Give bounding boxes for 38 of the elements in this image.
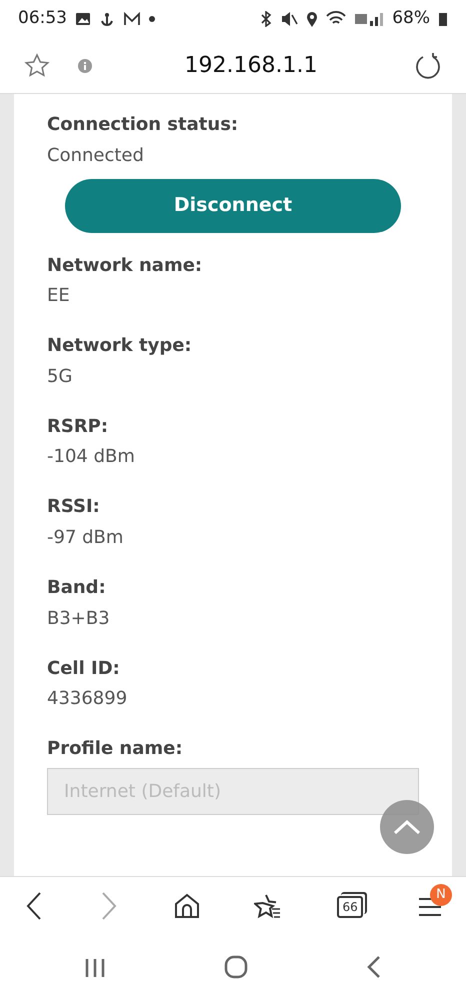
field-label: Connection status: [47, 114, 240, 136]
back-chevron-icon [366, 955, 382, 980]
url-text[interactable]: 192.168.1.1 [184, 49, 318, 82]
chevron-up-icon [393, 819, 421, 835]
anchor-icon [99, 11, 115, 27]
menu-icon [418, 896, 442, 917]
field-value: EE [47, 284, 71, 308]
field-value: 5G [47, 364, 74, 389]
bluetooth-icon [260, 11, 272, 27]
field-label: Cell ID: [47, 658, 121, 680]
reload-icon [414, 52, 442, 80]
battery-icon [438, 11, 448, 27]
field-value: B3+B3 [47, 606, 111, 631]
info-icon[interactable] [78, 58, 92, 72]
recent-apps-icon [84, 956, 106, 979]
signal-icon [354, 11, 384, 27]
field-label: RSRP: [47, 416, 110, 438]
field-label: RSSI: [47, 496, 101, 518]
field-label: Profile name: [47, 738, 184, 760]
field-label: Network name: [47, 254, 204, 276]
clock-text: 06:53 [18, 7, 67, 30]
battery-text: 68% [392, 7, 430, 30]
location-icon [306, 11, 318, 27]
dot-icon [149, 16, 155, 22]
notification-badge: N [430, 884, 452, 906]
mute-icon [280, 11, 298, 27]
field-value: -104 dBm [47, 445, 136, 470]
field-label: Band: [47, 576, 107, 599]
image-icon [75, 12, 91, 26]
mail-icon [123, 12, 141, 26]
field-value: 4336899 [47, 687, 128, 712]
field-value: -97 dBm [47, 526, 124, 550]
star-icon [24, 52, 50, 78]
home-icon [174, 893, 200, 919]
field-label: Network type: [47, 335, 193, 357]
field-value: Connected [47, 144, 145, 168]
tab-count: 66 [342, 899, 358, 916]
disconnect-button[interactable]: Disconnect [65, 178, 401, 233]
